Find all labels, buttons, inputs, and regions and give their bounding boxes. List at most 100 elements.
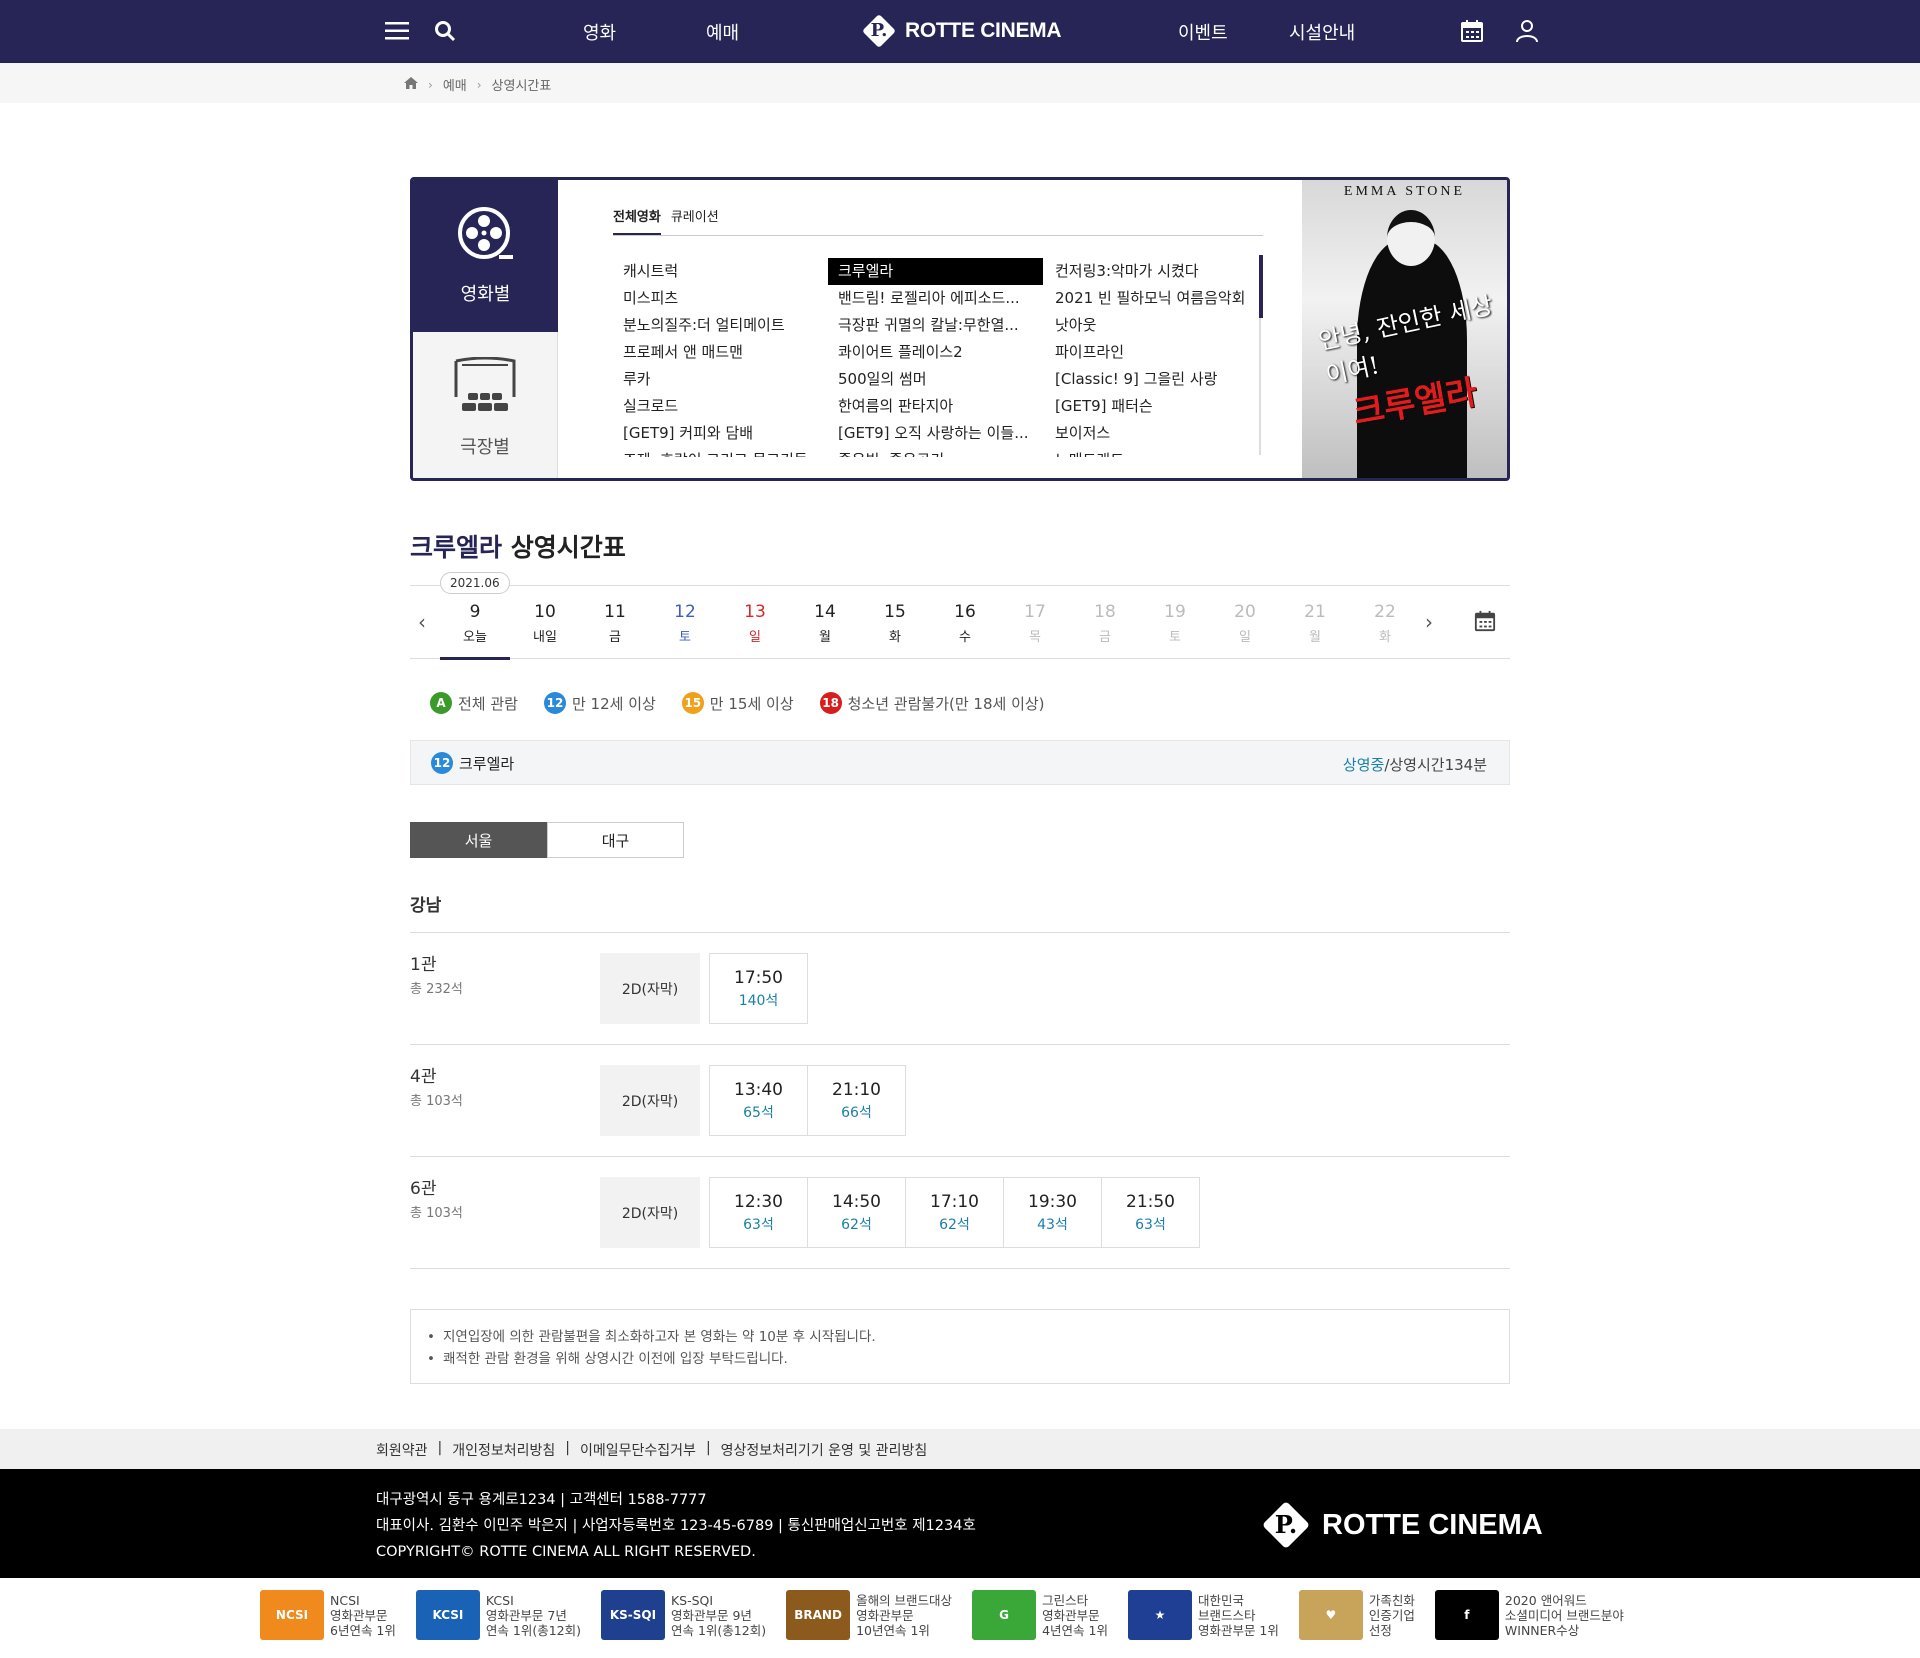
- calendar-icon[interactable]: [1474, 610, 1496, 636]
- showtime-button[interactable]: 17:10 62석: [905, 1177, 1004, 1248]
- list-item[interactable]: 프로페서 앤 매드맨: [613, 339, 828, 366]
- award-text: 그린스타 영화관부문 4년연속 1위: [1042, 1593, 1108, 1638]
- list-item[interactable]: 500일의 썸머: [828, 366, 1045, 393]
- film-reel-icon: [457, 206, 515, 266]
- showtime-button[interactable]: 12:30 63석: [709, 1177, 808, 1248]
- calendar-icon[interactable]: [1457, 16, 1487, 46]
- list-item[interactable]: 분노의질주:더 얼티메이트: [613, 312, 828, 339]
- list-item[interactable]: 실크로드: [613, 393, 828, 420]
- tab-daegu[interactable]: 대구: [547, 822, 684, 858]
- rating-15: 15 만 15세 이상: [681, 692, 794, 714]
- list-item[interactable]: 낫아웃: [1045, 312, 1263, 339]
- notice-item: 지연입장에 의한 관람불편을 최소화하고자 본 영화는 약 10분 후 시작됩니…: [425, 1326, 1495, 1348]
- movie-info-row: 12 크루엘라 상영중/상영시간134분: [410, 740, 1510, 785]
- award-text-line: 4년연속 1위: [1042, 1622, 1108, 1638]
- date-number: 10: [534, 602, 556, 622]
- footer-link-terms[interactable]: 회원약관: [376, 1440, 428, 1460]
- showtime-button[interactable]: 21:10 66석: [807, 1065, 906, 1136]
- chevron-right-icon[interactable]: ›: [1425, 610, 1433, 634]
- tab-all-movies[interactable]: 전체영화: [613, 206, 661, 235]
- date-number: 12: [674, 602, 696, 622]
- list-item[interactable]: [GET9] 오직 사랑하는 이들...: [828, 420, 1045, 447]
- nav-facility[interactable]: 시설안내: [1289, 19, 1355, 45]
- list-item[interactable]: 극장판 귀멸의 칼날:무한열...: [828, 312, 1045, 339]
- home-icon[interactable]: [404, 76, 418, 93]
- date-item[interactable]: 14 월: [790, 602, 860, 645]
- tab-by-movie-label: 영화별: [460, 284, 511, 305]
- nav-movie[interactable]: 영화: [583, 19, 616, 45]
- list-item[interactable]: 밴드림! 로젤리아 에피소드...: [828, 285, 1045, 312]
- tab-seoul[interactable]: 서울: [410, 822, 547, 858]
- date-item[interactable]: 17 목: [1000, 602, 1070, 645]
- tab-by-theater-label: 극장별: [460, 437, 510, 458]
- chevron-right-icon: ›: [428, 77, 433, 92]
- award-logo: ♥: [1298, 1590, 1363, 1640]
- showtime-button[interactable]: 17:50 140석: [709, 953, 808, 1024]
- list-item[interactable]: 캐시트럭: [613, 258, 828, 285]
- list-item[interactable]: 미스피츠: [613, 285, 828, 312]
- date-weekday: 토: [679, 630, 691, 645]
- search-icon[interactable]: [430, 16, 460, 46]
- list-item[interactable]: [GET9] 패터슨: [1045, 393, 1263, 420]
- list-item-selected[interactable]: 크루엘라: [828, 258, 1043, 285]
- list-item[interactable]: 컨저링3:악마가 시켰다: [1045, 258, 1263, 285]
- award-logo: BRAND: [786, 1590, 851, 1640]
- breadcrumb: › 예매 › 상영시간표: [404, 75, 551, 94]
- award-badge: KS-SQI KS-SQI 영화관부문 9년 연속 1위(총12회): [600, 1590, 766, 1640]
- date-item[interactable]: 22 화: [1350, 602, 1420, 645]
- showtime-button[interactable]: 21:50 63석: [1101, 1177, 1200, 1248]
- footer-link-privacy[interactable]: 개인정보처리방침: [452, 1440, 555, 1460]
- showtime-button[interactable]: 19:30 43석: [1003, 1177, 1102, 1248]
- notice-item: 쾌적한 관람 환경을 위해 상영시간 이전에 입장 부탁드립니다.: [425, 1348, 1495, 1370]
- award-badge: ★ 대한민국 브랜드스타 영화관부문 1위: [1127, 1590, 1279, 1640]
- award-logo: NCSI: [260, 1590, 324, 1640]
- scrollbar-thumb[interactable]: [1259, 255, 1263, 318]
- date-item[interactable]: 13 일: [720, 602, 790, 645]
- date-item[interactable]: 9 오늘: [440, 602, 510, 660]
- date-weekday: 오늘: [463, 630, 487, 645]
- user-icon[interactable]: [1512, 16, 1542, 46]
- chevron-left-icon[interactable]: ‹: [418, 610, 426, 634]
- award-text-line: KCSI: [485, 1592, 514, 1608]
- list-item[interactable]: [GET9] 커피와 담배: [613, 420, 828, 447]
- date-item[interactable]: 15 화: [860, 602, 930, 645]
- list-item[interactable]: 좋은빛, 좋은공기: [828, 447, 1045, 457]
- list-item[interactable]: 루카: [613, 366, 828, 393]
- showtime-button[interactable]: 13:40 65석: [709, 1065, 808, 1136]
- list-item[interactable]: 조제, 호랑이 그리고 물고기들: [613, 447, 828, 457]
- divider: [410, 1268, 1510, 1269]
- list-item[interactable]: 파이프라인: [1045, 339, 1263, 366]
- breadcrumb-booking[interactable]: 예매: [443, 75, 467, 94]
- list-item[interactable]: 콰이어트 플레이스2: [828, 339, 1045, 366]
- footer-link-email[interactable]: 이메일무단수집거부: [580, 1440, 696, 1460]
- age-rating-legend: A 전체 관람 12 만 12세 이상 15 만 15세 이상 18 청소년 관람불가(…: [430, 692, 1045, 714]
- nav-event[interactable]: 이벤트: [1178, 19, 1228, 45]
- date-item[interactable]: 11 금: [580, 602, 650, 645]
- date-number: 17: [1024, 602, 1046, 622]
- award-text-line: 그린스타: [1042, 1592, 1089, 1608]
- hamburger-menu-icon[interactable]: [382, 16, 412, 46]
- footer-link-cctv[interactable]: 영상정보처리기기 운영 및 관리방침: [721, 1440, 928, 1460]
- date-item[interactable]: 20 일: [1210, 602, 1280, 645]
- breadcrumb-timetable[interactable]: 상영시간표: [492, 75, 552, 94]
- date-item[interactable]: 16 수: [930, 602, 1000, 645]
- nav-booking[interactable]: 예매: [706, 19, 739, 45]
- date-item[interactable]: 10 내일: [510, 602, 580, 645]
- date-item[interactable]: 19 토: [1140, 602, 1210, 645]
- award-text-line: WINNER수상: [1504, 1622, 1580, 1638]
- showtime-list: 13:40 65석 21:10 66석: [709, 1065, 906, 1136]
- tab-by-theater[interactable]: 극장별: [413, 332, 558, 478]
- tab-by-movie[interactable]: 영화별: [413, 180, 558, 332]
- date-item[interactable]: 18 금: [1070, 602, 1140, 645]
- brand-logo[interactable]: P. ROTTE CINEMA: [862, 14, 1062, 48]
- list-item[interactable]: [Classic! 9] 그을린 사랑: [1045, 366, 1263, 393]
- list-item[interactable]: 2021 빈 필하모닉 여름음악회: [1045, 285, 1263, 312]
- list-item[interactable]: 보이저스: [1045, 420, 1263, 447]
- tab-curation[interactable]: 큐레이션: [671, 206, 719, 235]
- showtime-button[interactable]: 14:50 62석: [807, 1177, 906, 1248]
- list-item[interactable]: 노매드랜드: [1045, 447, 1263, 457]
- hall-name: 4관: [410, 1067, 437, 1087]
- date-item[interactable]: 12 토: [650, 602, 720, 645]
- list-item[interactable]: 한여름의 판타지아: [828, 393, 1045, 420]
- date-item[interactable]: 21 월: [1280, 602, 1350, 645]
